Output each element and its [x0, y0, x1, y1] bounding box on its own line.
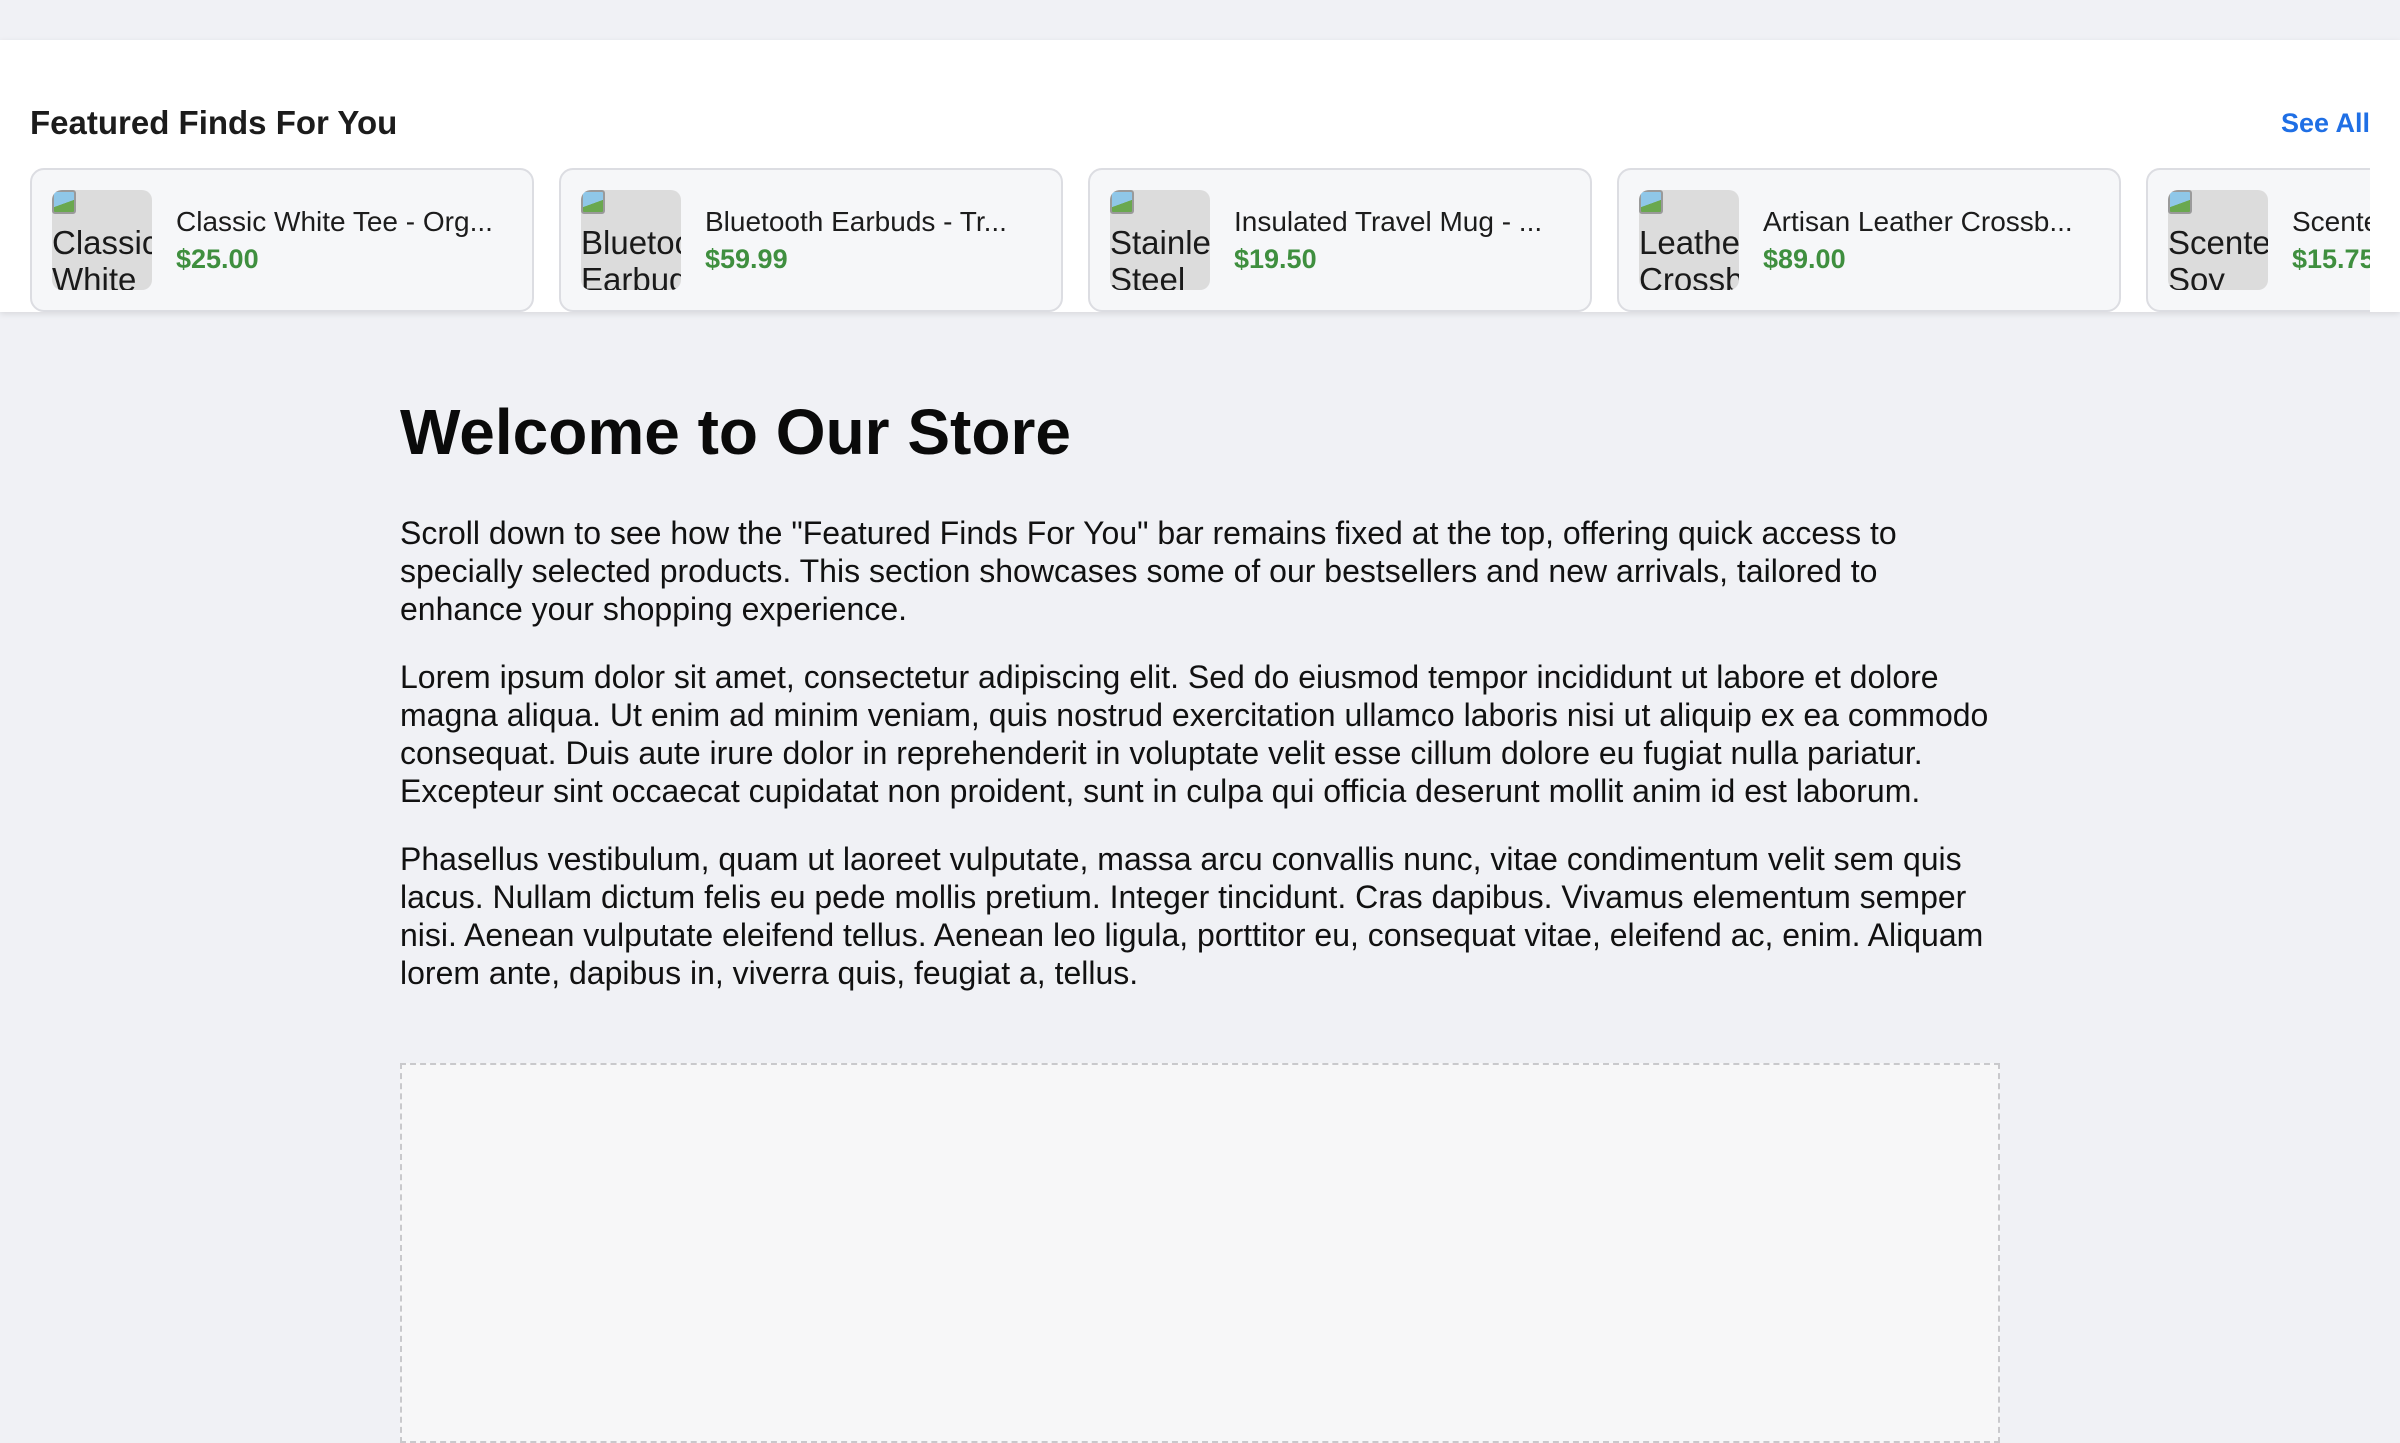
- product-price: $89.00: [1763, 243, 1846, 274]
- content-placeholder: [400, 1063, 2000, 1443]
- broken-image-icon: [581, 190, 605, 214]
- featured-finds-bar: Featured Finds For You See All Classic W…: [0, 40, 2400, 312]
- product-image[interactable]: Stainless Steel: [1110, 190, 1210, 290]
- broken-image-icon: [2168, 190, 2192, 214]
- product-image-alt: Stainless Steel: [1110, 224, 1210, 290]
- product-info: Classic White Tee - Org... $25.00: [176, 206, 512, 275]
- product-info: Insulated Travel Mug - ... $19.50: [1234, 206, 1570, 275]
- product-name[interactable]: Scented Soy Candle: [2292, 206, 2370, 238]
- product-card[interactable]: Scented Soy Scented Soy Candle $15.75: [2146, 168, 2370, 312]
- see-all-link[interactable]: See All: [2281, 108, 2370, 139]
- body-paragraph: Lorem ipsum dolor sit amet, consectetur …: [400, 659, 1989, 809]
- product-image-alt: Scented Soy: [2168, 224, 2268, 290]
- product-image-alt: Classic White: [52, 224, 152, 290]
- product-carousel-track: Classic White Classic White Tee - Org...…: [30, 168, 2370, 314]
- product-info: Artisan Leather Crossb... $89.00: [1763, 206, 2099, 275]
- product-image-alt: Leather Crossbody: [1639, 224, 1739, 290]
- product-name[interactable]: Classic White Tee - Org...: [176, 206, 512, 238]
- product-image-alt: Bluetooth Earbuds: [581, 224, 681, 290]
- broken-image-icon: [1110, 190, 1134, 214]
- product-price: $15.75: [2292, 243, 2370, 274]
- product-name[interactable]: Insulated Travel Mug - ...: [1234, 206, 1570, 238]
- product-price: $19.50: [1234, 243, 1317, 274]
- page-title: Welcome to Our Store: [400, 396, 1071, 468]
- broken-image-icon: [1639, 190, 1663, 214]
- product-price: $25.00: [176, 243, 259, 274]
- intro-paragraph: Scroll down to see how the "Featured Fin…: [400, 515, 1897, 627]
- product-card[interactable]: Stainless Steel Insulated Travel Mug - .…: [1088, 168, 1592, 312]
- main-content: Welcome to Our Store Scroll down to see …: [400, 390, 2000, 992]
- product-image[interactable]: Classic White: [52, 190, 152, 290]
- product-carousel[interactable]: Classic White Classic White Tee - Org...…: [30, 168, 2370, 314]
- product-price: $59.99: [705, 243, 788, 274]
- product-image[interactable]: Bluetooth Earbuds: [581, 190, 681, 290]
- product-card[interactable]: Leather Crossbody Artisan Leather Crossb…: [1617, 168, 2121, 312]
- product-image[interactable]: Leather Crossbody: [1639, 190, 1739, 290]
- broken-image-icon: [52, 190, 76, 214]
- product-card[interactable]: Bluetooth Earbuds Bluetooth Earbuds - Tr…: [559, 168, 1063, 312]
- body-paragraph: Phasellus vestibulum, quam ut laoreet vu…: [400, 841, 1984, 991]
- featured-title: Featured Finds For You: [30, 104, 398, 141]
- product-info: Bluetooth Earbuds - Tr... $59.99: [705, 206, 1041, 275]
- product-name[interactable]: Artisan Leather Crossb...: [1763, 206, 2099, 238]
- product-name[interactable]: Bluetooth Earbuds - Tr...: [705, 206, 1041, 238]
- product-info: Scented Soy Candle $15.75: [2292, 206, 2370, 275]
- product-image[interactable]: Scented Soy: [2168, 190, 2268, 290]
- product-card[interactable]: Classic White Classic White Tee - Org...…: [30, 168, 534, 312]
